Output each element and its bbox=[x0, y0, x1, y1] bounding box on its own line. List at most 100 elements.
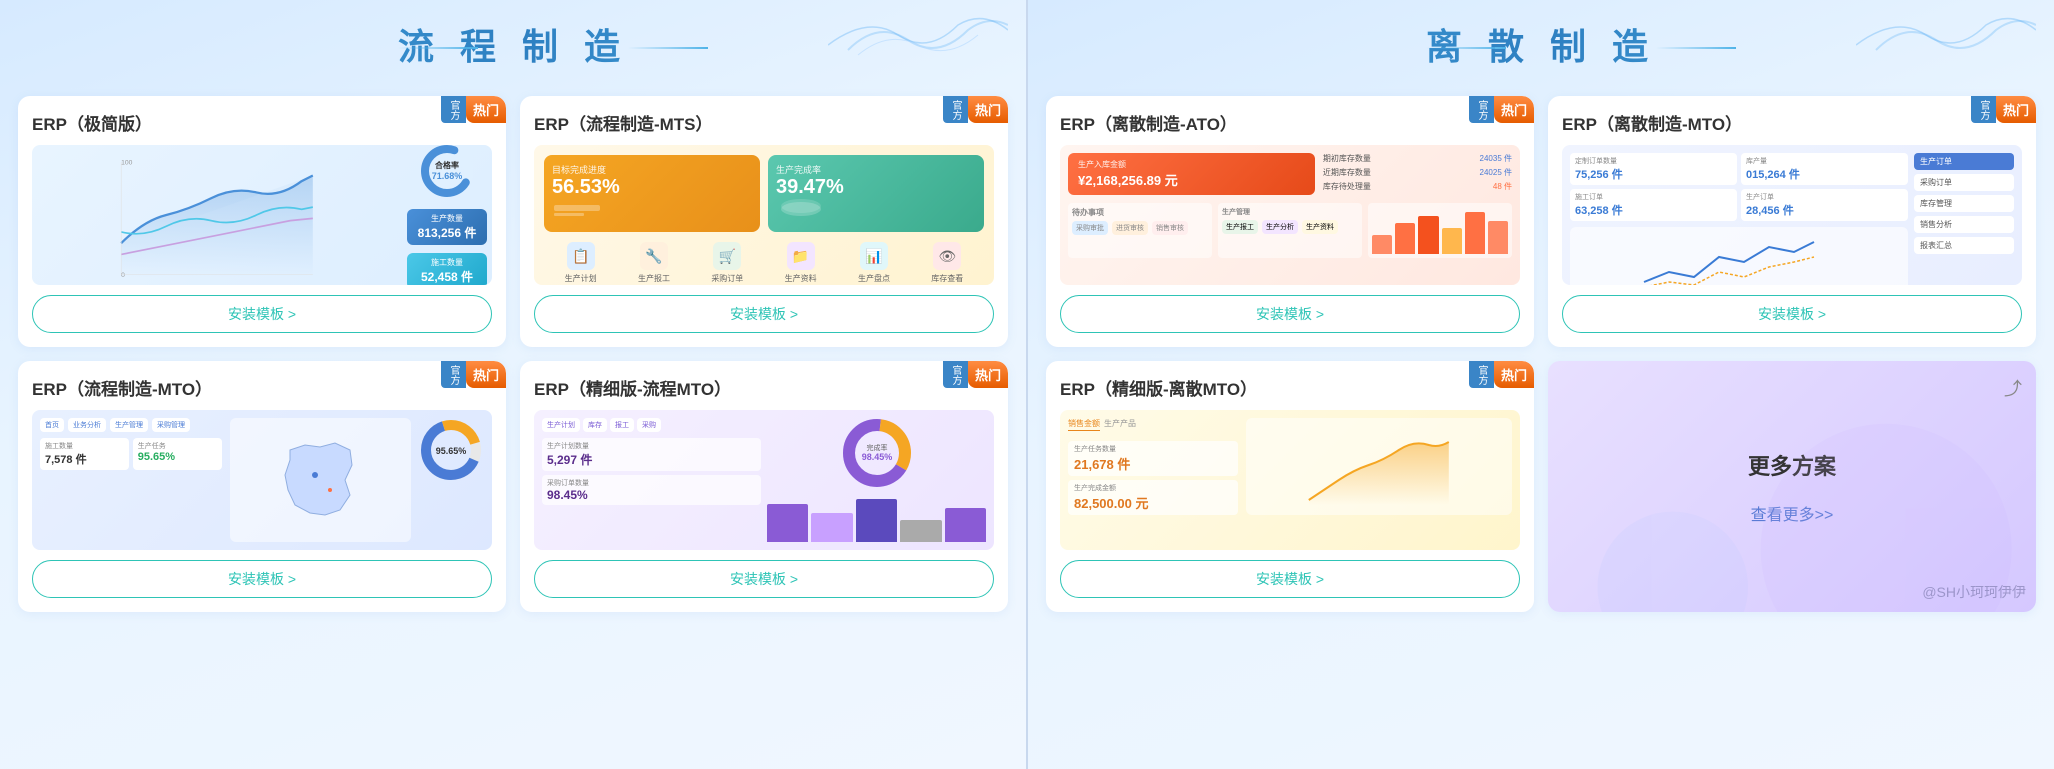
mts-icon-scpd: 📊 生产盘点 bbox=[858, 242, 890, 284]
ato-bar1 bbox=[1372, 235, 1392, 254]
mts-icon-cgdd-label: 采购订单 bbox=[711, 273, 743, 284]
mts-icon-scbg: 🔧 生产报工 bbox=[638, 242, 670, 284]
jxls-top-row: 销售金额 生产产品 生产任务数量 21,678 件 生产完成金额 82,500.… bbox=[1068, 418, 1512, 515]
ato-revenue-box: 生产入库金额 ¥2,168,256.89 元 bbox=[1068, 153, 1315, 195]
dmto-right-panel: 生产订单 采购订单 库存管理 销售分析 报表汇总 bbox=[1914, 153, 2014, 277]
ato-bar3 bbox=[1418, 216, 1438, 254]
jxls-install-btn[interactable]: 安装模板 > bbox=[1060, 560, 1520, 598]
left-cards-grid: ERP（极简版） 官方 热门 bbox=[18, 96, 1008, 612]
jxlc-nav-kc: 库存 bbox=[583, 418, 607, 432]
jxls-area-chart bbox=[1251, 430, 1507, 510]
dmto-install-btn[interactable]: 安装模板 > bbox=[1562, 295, 2022, 333]
ato-bar-chart bbox=[1368, 203, 1512, 258]
jxls-stat1-label: 生产任务数量 bbox=[1074, 444, 1232, 454]
mts-icon-sczj-box: 📋 bbox=[567, 242, 595, 270]
card-jxlc-title: ERP（精细版-流程MTO） bbox=[534, 375, 994, 400]
svg-text:合格率: 合格率 bbox=[434, 160, 459, 170]
jxlc-badge-hot: 热门 bbox=[968, 361, 1008, 388]
mts-icon-sczl-box: 📁 bbox=[787, 242, 815, 270]
mts-icons-row: 📋 生产计划 🔧 生产报工 🛒 采购订单 📁 bbox=[544, 242, 984, 284]
weibo-watermark: @SH小珂珂伊伊 bbox=[1922, 582, 2026, 602]
jxls-tabs: 销售金额 生产产品 bbox=[1068, 418, 1238, 431]
jianjian-install-btn[interactable]: 安装模板 > bbox=[32, 295, 492, 333]
card-ato-title: ERP（离散制造-ATO） bbox=[1060, 110, 1520, 135]
jxlc-nav-cg: 采购 bbox=[637, 418, 661, 432]
card-erp-jx-lc: ERP（精细版-流程MTO） 官方 热门 生产计划 库存 报工 采购 bbox=[520, 361, 1008, 612]
ato-top-row: 生产入库金额 ¥2,168,256.89 元 期初库存数量 24035 件 近期… bbox=[1068, 153, 1512, 195]
mts-preview: 目标完成进度 56.53% 生产完成率 39.47% bbox=[534, 145, 994, 285]
card-dmto-title: ERP（离散制造-MTO） bbox=[1562, 110, 2022, 135]
right-title-decoration bbox=[1856, 10, 2036, 60]
ato-stat2-text: 近期库存数量 bbox=[1323, 167, 1371, 178]
jianjian-preview: 100 0 合格率 71.68% bbox=[32, 145, 492, 285]
jxlc-nav-scjh: 生产计划 bbox=[542, 418, 580, 432]
lcmto-china-map bbox=[280, 435, 360, 525]
card-erp-mts: ERP（流程制造-MTS） 官方 热门 目标完成进度 56.53% bbox=[520, 96, 1008, 347]
lcmto-preview: 首页 业务分析 生产管理 采购管理 施工数量 7,578 件 生产任务 bbox=[32, 410, 492, 550]
ato-revenue-label: 生产入库金额 bbox=[1078, 159, 1305, 170]
ato-revenue-value: ¥2,168,256.89 元 bbox=[1078, 170, 1305, 189]
lcmto-left-panel: 首页 业务分析 生产管理 采购管理 施工数量 7,578 件 生产任务 bbox=[40, 418, 222, 542]
mts-badge-guan: 官方 bbox=[943, 96, 968, 123]
mts-production-label: 生产完成率 bbox=[776, 163, 976, 176]
ato-prod-icon1: 生产报工 bbox=[1222, 220, 1258, 234]
ato-badges: 官方 热门 bbox=[1469, 96, 1534, 123]
lcmto-nav-purch: 采购管理 bbox=[152, 418, 190, 432]
mts-icon-sczl-label: 生产资料 bbox=[785, 273, 817, 284]
jxlc-bar2 bbox=[811, 513, 852, 542]
card-mts-title: ERP（流程制造-MTS） bbox=[534, 110, 994, 135]
dmto-stat4-label: 生产订单 bbox=[1746, 192, 1903, 202]
ato-icon2: 进货审核 bbox=[1112, 221, 1148, 235]
dmto-ritem3: 库存管理 bbox=[1914, 195, 2014, 212]
jianjian-line-chart: 100 0 bbox=[40, 153, 394, 277]
svg-text:71.68%: 71.68% bbox=[432, 171, 463, 181]
card-erp-discrete-mto: ERP（离散制造-MTO） 官方 热门 定制订单数量 75,256 件 bbox=[1548, 96, 2036, 347]
left-section-header: 流 程 制 造 bbox=[18, 10, 1008, 84]
lcmto-stats-grid: 施工数量 7,578 件 生产任务 95.65% bbox=[40, 438, 222, 470]
ato-stat2: 近期库存数量 24025 件 bbox=[1323, 167, 1512, 178]
jxlc-install-btn[interactable]: 安装模板 > bbox=[534, 560, 994, 598]
mts-icon-cgdd: 🛒 采购订单 bbox=[711, 242, 743, 284]
ato-stat3-text: 库存待处理量 bbox=[1323, 181, 1371, 192]
dmto-badges: 官方 热门 bbox=[1971, 96, 2036, 123]
jxlc-stat2-label: 采购订单数量 bbox=[547, 478, 756, 488]
ato-icon3: 销售审核 bbox=[1152, 221, 1188, 235]
mts-production-num: 39.47% bbox=[776, 176, 976, 199]
ato-stats-list: 期初库存数量 24035 件 近期库存数量 24025 件 库存待处理量 48 … bbox=[1323, 153, 1512, 195]
dmto-stat3-label: 施工订单 bbox=[1575, 192, 1732, 202]
jianjian-stat2: 施工数量 52,458 件 bbox=[407, 253, 487, 285]
jianjian-right-stats: 合格率 71.68% 生产数量 813,256 件 施工数量 52,458 件 bbox=[402, 145, 492, 285]
dmto-stat1: 定制订单数量 75,256 件 bbox=[1570, 153, 1737, 185]
mts-install-btn[interactable]: 安装模板 > bbox=[534, 295, 994, 333]
jxlc-bar3 bbox=[856, 499, 897, 542]
lcmto-stat2: 生产任务 95.65% bbox=[133, 438, 222, 470]
jianjian-chart: 100 0 bbox=[32, 145, 402, 285]
jxls-stats: 销售金额 生产产品 生产任务数量 21,678 件 生产完成金额 82,500.… bbox=[1068, 418, 1238, 515]
ato-manage-title: 待办事项 bbox=[1072, 207, 1208, 218]
jxlc-donut-area: 完成率 98.45% bbox=[767, 418, 986, 488]
lcmto-nav-bar: 首页 业务分析 生产管理 采购管理 bbox=[40, 418, 222, 432]
mts-icon-scpd-box: 📊 bbox=[860, 242, 888, 270]
ato-install-btn[interactable]: 安装模板 > bbox=[1060, 295, 1520, 333]
mts-target-num: 56.53% bbox=[552, 176, 752, 199]
lcmto-stat1-label: 施工数量 bbox=[45, 441, 124, 451]
mts-production-stat: 生产完成率 39.47% bbox=[768, 155, 984, 232]
lcmto-badges: 官方 热门 bbox=[441, 361, 506, 388]
right-section: 离 散 制 造 ERP（离散制造-ATO） 官方 热门 生产入库金额 bbox=[1026, 0, 2054, 769]
lcmto-badge-guan: 官方 bbox=[441, 361, 466, 388]
lcmto-nav-home: 首页 bbox=[40, 418, 64, 432]
main-container: 流 程 制 造 ERP（极简版） 官方 热门 bbox=[0, 0, 2054, 769]
mts-target-label: 目标完成进度 bbox=[552, 163, 752, 176]
jianjian-badges: 官方 热门 bbox=[441, 96, 506, 123]
jxls-stat2-value: 82,500.00 元 bbox=[1074, 493, 1232, 512]
jxls-tab2: 生产产品 bbox=[1104, 418, 1136, 431]
lcmto-install-btn[interactable]: 安装模板 > bbox=[32, 560, 492, 598]
mts-target-stat: 目标完成进度 56.53% bbox=[544, 155, 760, 232]
jxls-badge-guan: 官方 bbox=[1469, 361, 1494, 388]
lcmto-nav-prod: 生产管理 bbox=[110, 418, 148, 432]
jxlc-stats: 生产计划数量 5,297 件 采购订单数量 98.45% bbox=[542, 438, 761, 505]
jxls-stat1: 生产任务数量 21,678 件 bbox=[1068, 441, 1238, 476]
dmto-ritem4: 销售分析 bbox=[1914, 216, 2014, 233]
left-section: 流 程 制 造 ERP（极简版） 官方 热门 bbox=[0, 0, 1026, 769]
jxls-tab1: 销售金额 bbox=[1068, 418, 1100, 431]
